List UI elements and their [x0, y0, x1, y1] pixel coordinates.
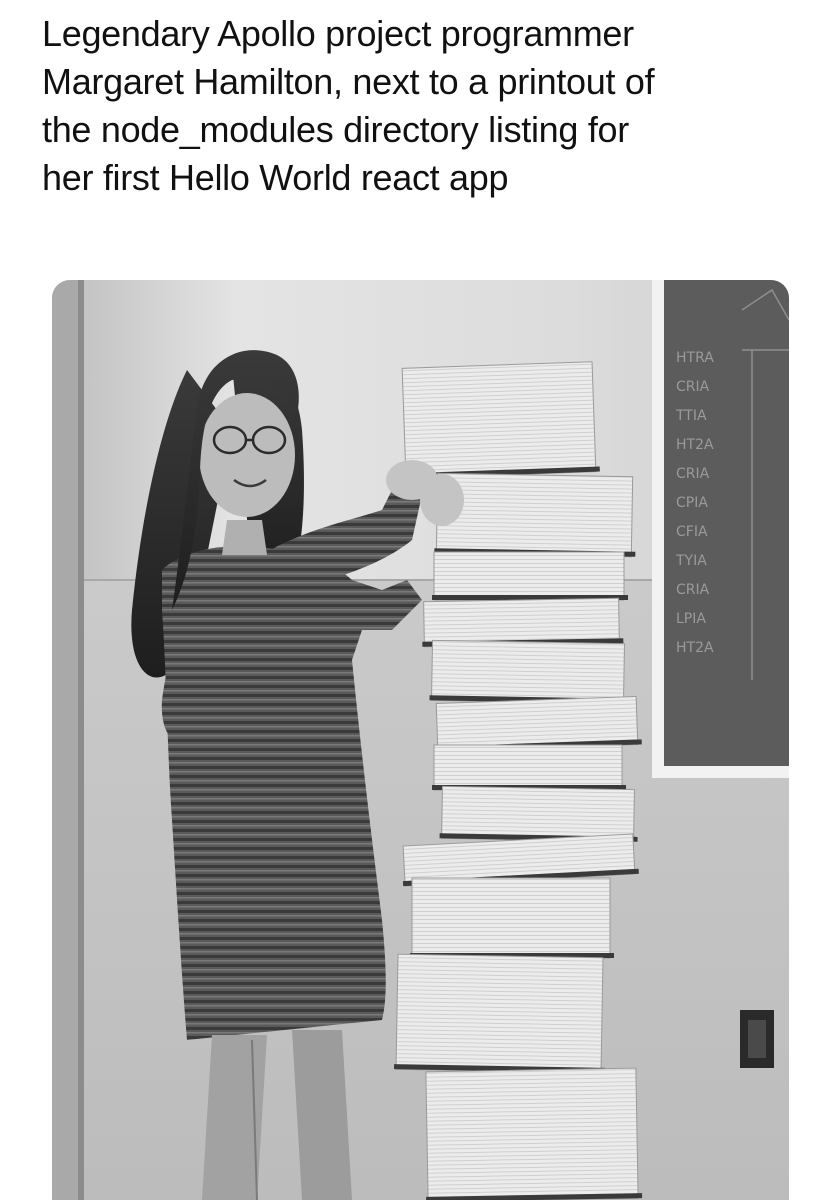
post-caption: Legendary Apollo project programmer Marg… [42, 10, 802, 202]
chalkboard-label: CRIA [676, 582, 710, 598]
caption-line: the node_modules directory listing for [42, 109, 629, 150]
chalkboard-label: CPIA [676, 495, 708, 511]
chalkboard-label: HT2A [676, 437, 714, 453]
chalkboard-label: LPIA [676, 611, 706, 627]
chalkboard-label: CRIA [676, 379, 710, 395]
chalkboard-label: CRIA [676, 466, 710, 482]
caption-line: Margaret Hamilton, next to a printout of [42, 61, 655, 102]
caption-line: her first Hello World react app [42, 157, 509, 198]
chalkboard-label: CFIA [676, 524, 708, 540]
chalkboard: HTRA CRIA TTIA HT2A CRIA CPIA CFIA TYIA CRIA LPIA… [652, 280, 789, 778]
caption-line: Legendary Apollo project programmer [42, 13, 634, 54]
chalkboard-label: TTIA [675, 408, 707, 424]
chalkboard-label: TYIA [675, 553, 707, 569]
wall-outlet [740, 1010, 774, 1068]
chalkboard-label: HT2A [676, 640, 714, 656]
chalkboard-label: HTRA [676, 350, 714, 366]
door-frame [52, 280, 82, 1200]
post-photo[interactable]: HTRA CRIA TTIA HT2A CRIA CPIA CFIA TYIA CRIA LPIA… [52, 280, 789, 1200]
